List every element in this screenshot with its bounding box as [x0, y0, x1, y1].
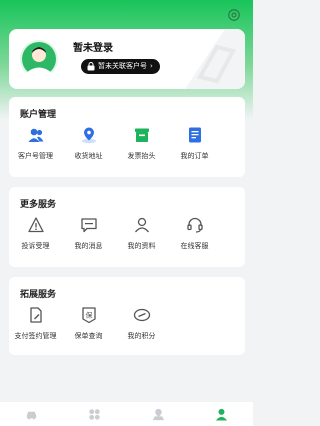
message-icon: [80, 218, 97, 233]
invoice-icon: [134, 128, 149, 142]
menu-item-my-orders[interactable]: 我的订单: [168, 126, 221, 161]
avatar[interactable]: [20, 40, 58, 78]
section-title: 拓展服务: [20, 290, 57, 300]
watermark-logo-icon: [185, 29, 245, 89]
section-more-services: 更多服务 投诉受理 我的消息 我的资料 在线客服: [9, 187, 245, 267]
bind-customer-button[interactable]: 暂未关联客户号 ›: [81, 59, 160, 74]
menu-item-my-messages[interactable]: 我的消息: [62, 216, 115, 251]
contract-icon: [29, 307, 42, 323]
menu-item-my-points[interactable]: 我的积分: [115, 306, 168, 341]
insurance-icon: 保: [81, 307, 96, 324]
points-icon: [133, 308, 150, 322]
menu-item-invoice-title[interactable]: 发票抬头: [115, 126, 168, 161]
menu-item-label: 我的消息: [74, 242, 103, 250]
menu-item-policy-query[interactable]: 保 保单查询: [62, 306, 115, 341]
menu-item-customer-number[interactable]: 客户号管理: [9, 126, 62, 161]
bind-customer-label: 暂未关联客户号: [98, 62, 147, 70]
menu-item-label: 收货地址: [74, 152, 103, 160]
chevron-right-icon: ›: [150, 62, 153, 70]
menu-item-online-service[interactable]: 在线客服: [168, 216, 221, 251]
tab-map[interactable]: [127, 402, 190, 426]
section-title: 账户管理: [20, 110, 57, 120]
car-icon: [26, 411, 37, 419]
profile-card[interactable]: 暂未登录 暂未关联客户号 ›: [9, 29, 245, 89]
menu-item-label: 在线客服: [180, 242, 209, 250]
menu-item-shipping-address[interactable]: 收货地址: [62, 126, 115, 161]
tab-car[interactable]: [0, 402, 63, 426]
menu-item-label: 发票抬头: [127, 152, 156, 160]
login-status-title[interactable]: 暂未登录: [73, 39, 113, 54]
tab-mine[interactable]: [190, 402, 253, 426]
complaint-icon: [27, 217, 44, 233]
section-account-management: 账户管理 客户号管理 收货地址 发票抬头 我的订单: [9, 97, 245, 177]
menu-item-label: 支付签约管理: [14, 332, 57, 340]
grid-icon: [89, 408, 101, 420]
menu-item-my-profile[interactable]: 我的资料: [115, 216, 168, 251]
menu-item-label: 我的资料: [127, 242, 156, 250]
lock-icon: [87, 62, 95, 71]
menu-item-label: 投诉受理: [21, 242, 50, 250]
tab-services[interactable]: [63, 402, 126, 426]
bottom-tab-bar: [0, 402, 253, 426]
map-icon: [152, 408, 164, 420]
profile-icon: [134, 217, 149, 233]
menu-item-label: 我的积分: [127, 332, 156, 340]
menu-item-complaint[interactable]: 投诉受理: [9, 216, 62, 251]
location-pin-icon: [81, 127, 96, 144]
headset-icon: [186, 217, 203, 233]
menu-item-label: 客户号管理: [18, 152, 53, 160]
menu-item-label: 我的订单: [180, 152, 209, 160]
settings-icon[interactable]: [227, 8, 241, 22]
section-title: 更多服务: [20, 200, 57, 210]
menu-item-payment-contract[interactable]: 支付签约管理: [9, 306, 62, 341]
users-icon: [28, 128, 43, 142]
person-icon: [215, 408, 227, 421]
orders-icon: [188, 127, 201, 143]
section-extended-services: 拓展服务 支付签约管理 保 保单查询 我的积分: [9, 277, 245, 355]
svg-text:保: 保: [85, 311, 92, 320]
menu-item-label: 保单查询: [74, 332, 103, 340]
